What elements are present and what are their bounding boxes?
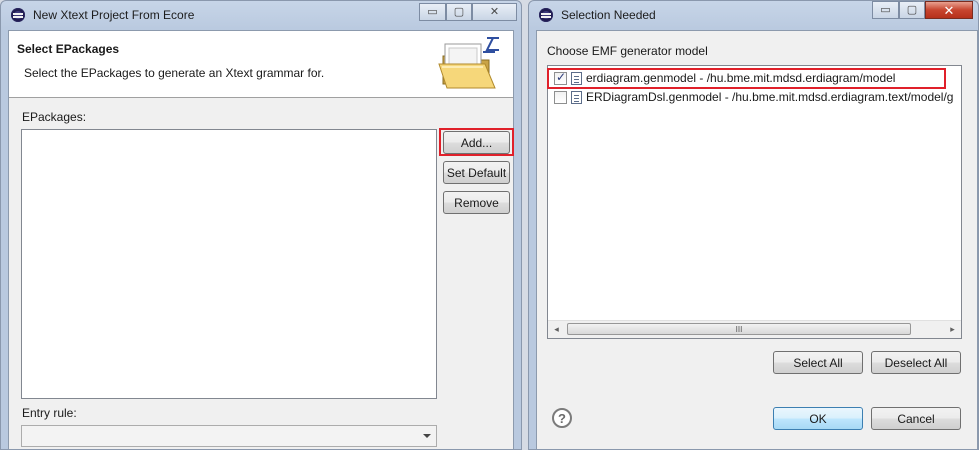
minimize-button[interactable]: ▭ <box>419 3 446 21</box>
epackages-label: EPackages: <box>22 110 87 124</box>
maximize-icon: ▢ <box>453 5 465 18</box>
list-item-label: ERDiagramDsl.genmodel - /hu.bme.mit.mdsd… <box>586 90 954 104</box>
dialog-title: Selection Needed <box>561 8 656 22</box>
highlight-add-button <box>439 128 514 156</box>
select-all-button[interactable]: Select All <box>773 351 863 374</box>
eclipse-icon <box>539 8 553 22</box>
wizard-client-area: Select EPackages Select the EPackages to… <box>8 30 514 449</box>
dialog-client-area: Choose EMF generator model erdiagram.gen… <box>536 30 978 449</box>
close-icon: ✕ <box>943 2 955 18</box>
scroll-thumb[interactable]: III <box>567 323 911 335</box>
ok-button[interactable]: OK <box>773 407 863 430</box>
close-button[interactable]: ✕ <box>472 3 517 21</box>
wizard-caption-buttons: ▭ ▢ ✕ <box>419 3 517 21</box>
maximize-icon: ▢ <box>906 3 918 16</box>
scroll-thumb-grip: III <box>735 324 743 334</box>
remove-button[interactable]: Remove <box>443 191 510 214</box>
selection-dialog-window: Selection Needed ▭ ▢ ✕ Choose EMF genera… <box>528 0 979 450</box>
page-title: Select EPackages <box>17 42 120 56</box>
help-icon[interactable]: ? <box>552 408 572 428</box>
xtext-wizard-window: New Xtext Project From Ecore ▭ ▢ ✕ Selec… <box>0 0 522 450</box>
wizard-header: Select EPackages Select the EPackages to… <box>9 31 513 98</box>
page-description: Select the EPackages to generate an Xtex… <box>24 66 325 80</box>
cancel-button[interactable]: Cancel <box>871 407 961 430</box>
wizard-title: New Xtext Project From Ecore <box>33 8 195 22</box>
scroll-right-icon[interactable]: ▸ <box>944 321 961 338</box>
close-icon: ✕ <box>489 5 500 18</box>
entry-rule-combo[interactable] <box>21 425 437 447</box>
entry-rule-label: Entry rule: <box>22 406 77 420</box>
set-default-button[interactable]: Set Default <box>443 161 510 184</box>
close-button[interactable]: ✕ <box>925 1 973 19</box>
highlight-first-item <box>547 68 946 89</box>
epackages-list[interactable] <box>21 129 437 399</box>
genmodel-list[interactable]: erdiagram.genmodel - /hu.bme.mit.mdsd.er… <box>547 65 962 339</box>
open-folder-icon <box>438 37 499 89</box>
deselect-all-button[interactable]: Deselect All <box>871 351 961 374</box>
horizontal-scrollbar[interactable]: ◂ III ▸ <box>548 320 961 338</box>
maximize-button[interactable]: ▢ <box>446 3 472 21</box>
dialog-caption-buttons: ▭ ▢ ✕ <box>872 1 973 19</box>
minimize-icon: ▭ <box>427 5 438 18</box>
dialog-prompt: Choose EMF generator model <box>547 44 708 58</box>
genmodel-file-icon <box>571 90 582 104</box>
list-item[interactable]: ERDiagramDsl.genmodel - /hu.bme.mit.mdsd… <box>548 88 961 106</box>
minimize-icon: ▭ <box>880 3 891 16</box>
minimize-button[interactable]: ▭ <box>872 1 899 19</box>
scroll-left-icon[interactable]: ◂ <box>548 321 565 338</box>
chevron-down-icon <box>423 434 431 438</box>
checkbox-unchecked[interactable] <box>554 90 567 104</box>
eclipse-icon <box>11 8 25 22</box>
maximize-button[interactable]: ▢ <box>899 1 925 19</box>
